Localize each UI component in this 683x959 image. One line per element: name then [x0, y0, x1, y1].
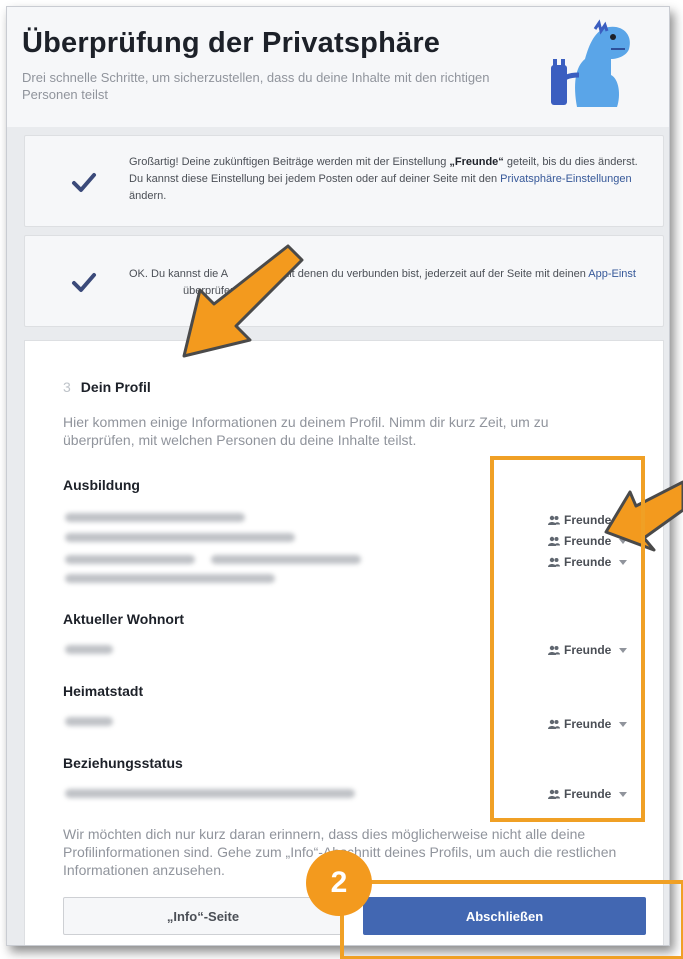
section-hometown-label: Heimatstadt [63, 683, 144, 699]
step-card-apps: OK. Du kannst die Amit denen du verbunde… [24, 235, 664, 327]
checkmark-icon [72, 173, 96, 192]
finish-highlight-frame [340, 880, 683, 959]
audience-highlight-frame [490, 456, 645, 822]
dialog-header: Überprüfung der Privatsphäre Drei schnel… [7, 7, 669, 127]
redacted-entry [65, 513, 245, 522]
dinosaur-mascot-icon [551, 19, 630, 108]
redacted-entry [65, 717, 113, 726]
app-settings-link[interactable]: App-Einst [588, 268, 636, 280]
step-card-post-audience: Großartig! Deine zukünftigen Beiträge we… [24, 135, 664, 227]
page-title: Überprüfung der Privatsphäre [22, 27, 441, 59]
step-badge: 2 [306, 850, 372, 916]
step-card-text: Großartig! Deine zukünftigen Beiträge we… [129, 154, 639, 205]
step1-text-a: Großartig! Deine zukünftigen Beiträge we… [129, 156, 450, 168]
checkmark-icon [72, 273, 96, 292]
step-title: Dein Profil [80, 379, 151, 395]
section-current-city-label: Aktueller Wohnort [63, 611, 185, 627]
step1-audience-bold: „Freunde“ [449, 156, 504, 168]
info-page-button[interactable]: „Info“-Seite [63, 897, 343, 935]
step-intro: Hier kommen einige Informationen zu dein… [63, 414, 549, 448]
section-education-label: Ausbildung [63, 477, 140, 493]
page-subtitle: Drei schnelle Schritte, um sicherzustell… [22, 70, 490, 102]
redacted-entry [65, 789, 355, 798]
step2-text-b: mit denen du verbunden bist, jederzeit a… [280, 268, 589, 280]
annotation-arrow-icon [182, 244, 304, 358]
redacted-entry [65, 574, 275, 583]
step1-text-c: ändern. [129, 190, 167, 202]
redacted-entry [65, 555, 195, 564]
redacted-entry [211, 555, 361, 564]
step-number: 3 [63, 379, 71, 395]
redacted-entry [65, 533, 295, 542]
step-heading: 3 Dein Profil [63, 379, 151, 395]
privacy-settings-link[interactable]: Privatsphäre-Einstellungen [500, 173, 631, 185]
section-relationship-label: Beziehungsstatus [63, 755, 183, 771]
redacted-entry [65, 645, 113, 654]
